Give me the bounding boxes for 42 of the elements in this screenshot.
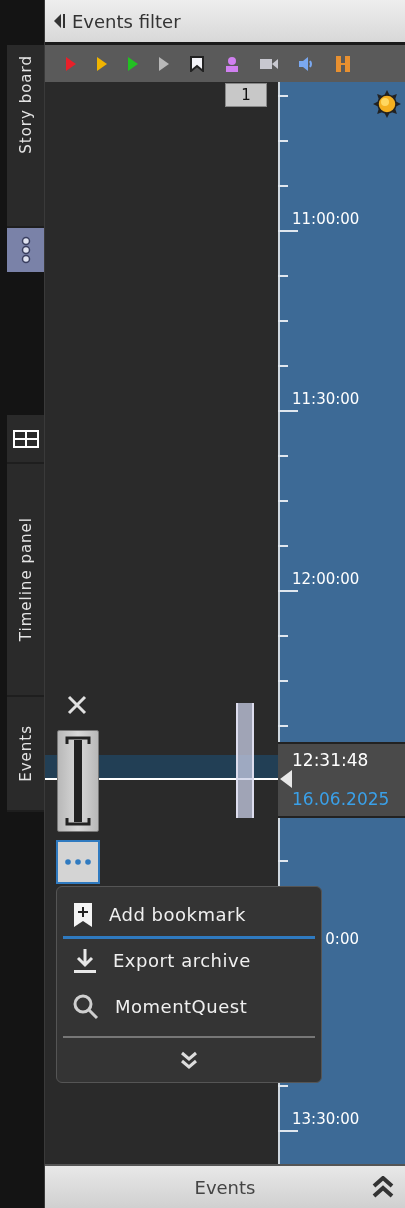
search-icon <box>73 993 99 1020</box>
panel-title: Events filter <box>72 10 181 32</box>
bracket-icon <box>65 736 91 826</box>
time-label: 12:00:00 <box>292 570 360 588</box>
bars-icon[interactable] <box>336 55 350 72</box>
expand-button[interactable] <box>371 1176 395 1198</box>
cursor-time: 12:31:48 <box>292 750 369 770</box>
collapse-icon[interactable] <box>54 13 66 29</box>
camera-icon[interactable] <box>260 57 278 70</box>
bookmark-icon[interactable] <box>190 55 204 72</box>
menu-item[interactable]: Export archive <box>63 939 315 985</box>
sidebar-tab[interactable]: Timeline panel <box>7 464 44 697</box>
cursor-arrow-icon[interactable] <box>280 770 292 788</box>
time-label: 0:00 <box>324 930 359 948</box>
chevron-down-icon <box>179 1050 199 1070</box>
layout-tab[interactable] <box>7 415 44 464</box>
download-icon <box>73 947 97 974</box>
bookmark-add-icon <box>73 901 93 928</box>
sun-icon <box>373 90 401 118</box>
menu-item[interactable]: MomentQuest <box>63 985 315 1031</box>
menu-item[interactable]: Add bookmark <box>63 893 315 939</box>
grid-icon <box>12 429 39 448</box>
panel-title: Events <box>194 1176 256 1198</box>
camera-number-badge: 1 <box>225 83 267 107</box>
time-label: 11:30:00 <box>292 390 360 408</box>
sidebar-tab[interactable]: Events <box>7 697 44 812</box>
range-bracket-button[interactable] <box>57 730 99 832</box>
chevron-up-icon <box>371 1176 395 1198</box>
sidebar-tab[interactable]: Story board <box>7 45 44 228</box>
triangle-icon[interactable] <box>159 56 169 71</box>
dots-icon <box>20 236 31 264</box>
dots-icon <box>64 859 92 865</box>
more-button[interactable] <box>7 228 44 272</box>
speaker-icon[interactable] <box>299 56 315 71</box>
triangle-icon[interactable] <box>97 56 107 71</box>
range-handle[interactable] <box>236 703 254 818</box>
close-icon[interactable] <box>66 695 88 715</box>
cursor-date: 16.06.2025 <box>292 789 390 809</box>
time-label: 11:00:00 <box>292 210 360 228</box>
person-icon[interactable] <box>225 55 239 72</box>
time-label: 13:30:00 <box>292 1110 360 1128</box>
triangle-icon[interactable] <box>128 56 138 71</box>
